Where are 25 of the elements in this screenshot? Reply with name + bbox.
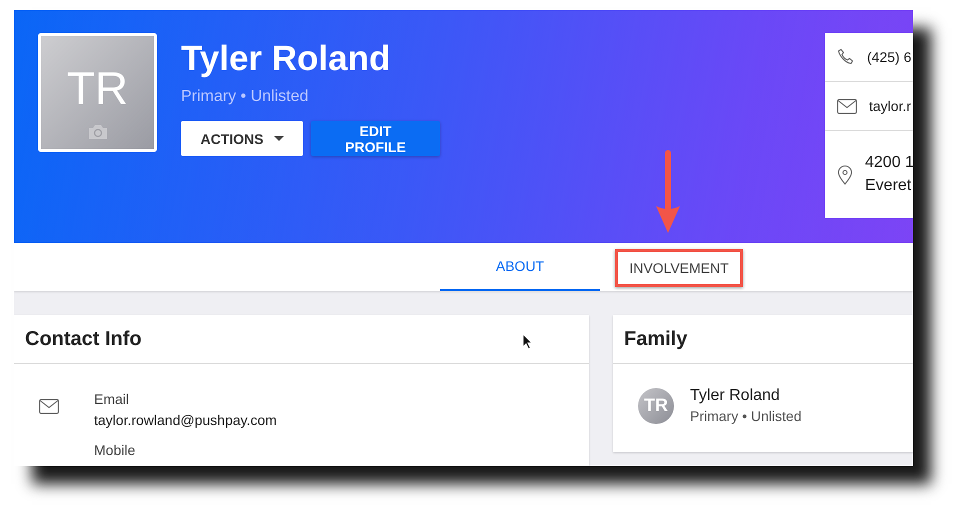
profile-subtitle: Primary • Unlisted (181, 88, 310, 106)
card-title: Family (613, 315, 913, 364)
profile-name: Tyler Roland (181, 39, 392, 79)
avatar-initials: TR (66, 60, 128, 114)
tab[interactable]: ABOUT (440, 243, 600, 291)
actions-dropdown[interactable]: ACTIONS (181, 121, 303, 156)
edit-profile-button[interactable]: EDIT PROFILE (311, 121, 440, 156)
phone-icon (837, 48, 855, 66)
field-value: taylor.rowland@pushpay.com (94, 412, 277, 428)
cursor-icon (522, 333, 533, 350)
camera-icon[interactable] (88, 124, 108, 140)
envelope-icon (837, 98, 857, 114)
address-line: 4200 1 (865, 154, 913, 172)
field-label: Mobile (94, 442, 136, 458)
tab[interactable]: INVOLVEMENT (615, 249, 743, 287)
field-label: Email (94, 391, 130, 407)
phone-text[interactable]: (425) 6 (867, 49, 912, 65)
address-line: Everet (865, 177, 912, 195)
member-subtitle: Primary • Unlisted (690, 408, 802, 424)
caret-icon (274, 136, 284, 141)
member-avatar: TR (638, 388, 674, 424)
member-name[interactable]: Tyler Roland (690, 387, 802, 405)
envelope-icon (39, 399, 59, 414)
location-pin-icon (837, 164, 853, 184)
email-text[interactable]: taylor.r (869, 98, 912, 114)
